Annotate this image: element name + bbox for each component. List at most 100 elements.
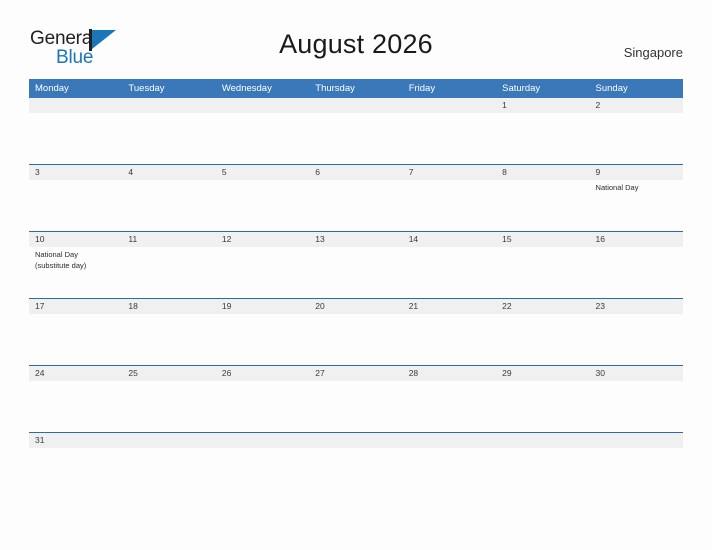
calendar-grid: Monday Tuesday Wednesday Thursday Friday…	[29, 79, 683, 474]
day-cell[interactable]	[29, 448, 122, 474]
day-number[interactable]: 10	[29, 232, 122, 247]
calendar-week-row: 10 11 12 13 14 15 16 National Day (substitute da…	[29, 231, 683, 298]
day-number[interactable]: 24	[29, 366, 122, 381]
day-cell[interactable]	[216, 314, 309, 365]
day-cell[interactable]	[122, 381, 215, 432]
day-cell[interactable]	[403, 314, 496, 365]
day-number[interactable]: 30	[590, 366, 683, 381]
week-event-band	[29, 113, 683, 164]
week-number-band: 10 11 12 13 14 15 16	[29, 232, 683, 247]
day-cell[interactable]	[496, 247, 589, 298]
day-number[interactable]: 3	[29, 165, 122, 180]
day-cell[interactable]	[122, 314, 215, 365]
day-event-text: (substitute day)	[35, 261, 87, 270]
day-number[interactable]: 16	[590, 232, 683, 247]
week-event-band	[29, 448, 683, 474]
day-cell[interactable]: National Day	[590, 180, 683, 231]
day-cell[interactable]	[496, 448, 589, 474]
day-cell[interactable]	[122, 448, 215, 474]
day-number[interactable]: 12	[216, 232, 309, 247]
day-cell[interactable]	[496, 314, 589, 365]
day-cell[interactable]	[309, 247, 402, 298]
day-number[interactable]: 5	[216, 165, 309, 180]
week-number-band: 17 18 19 20 21 22 23	[29, 299, 683, 314]
day-number[interactable]: 18	[122, 299, 215, 314]
day-cell[interactable]	[29, 314, 122, 365]
day-cell[interactable]	[309, 448, 402, 474]
day-number[interactable]: 21	[403, 299, 496, 314]
day-number[interactable]: 26	[216, 366, 309, 381]
calendar-page: General Blue August 2026 Singapore Monda…	[0, 0, 712, 550]
day-cell[interactable]	[29, 180, 122, 231]
week-number-band: 3456789	[29, 165, 683, 180]
day-cell[interactable]: National Day (substitute day)	[29, 247, 122, 298]
region-label: Singapore	[623, 45, 683, 60]
day-cell[interactable]	[496, 381, 589, 432]
day-header-thursday: Thursday	[315, 83, 355, 94]
day-number[interactable]: 8	[496, 165, 589, 180]
day-cell[interactable]	[122, 180, 215, 231]
day-number[interactable]: 25	[122, 366, 215, 381]
day-cell[interactable]	[590, 247, 683, 298]
calendar-weeks: 1 2 3 4 5 6 7 8 9 National Day 10 11 12 13 14 15 16 Natio…	[29, 98, 683, 474]
day-number[interactable]: 4	[122, 165, 215, 180]
day-number[interactable]: 19	[216, 299, 309, 314]
day-number[interactable]: 2	[590, 98, 683, 113]
day-cell[interactable]	[309, 314, 402, 365]
week-event-band	[29, 314, 683, 365]
day-number[interactable]: 20	[309, 299, 402, 314]
day-number-empty	[309, 433, 402, 448]
day-cell[interactable]	[29, 381, 122, 432]
day-cell[interactable]	[216, 448, 309, 474]
day-header-wednesday: Wednesday	[221, 83, 272, 94]
day-cell[interactable]	[216, 113, 309, 164]
day-cell[interactable]	[122, 247, 215, 298]
day-cell[interactable]	[590, 314, 683, 365]
week-number-band: 12	[29, 98, 683, 113]
day-cell[interactable]	[29, 113, 122, 164]
day-number-empty	[216, 433, 309, 448]
day-cell[interactable]	[309, 381, 402, 432]
day-number[interactable]: 6	[309, 165, 402, 180]
day-header-tuesday: Tuesday	[128, 83, 165, 94]
page-title: August 2026	[279, 29, 433, 59]
day-number[interactable]: 1	[496, 98, 589, 113]
day-cell[interactable]	[403, 448, 496, 474]
day-cell[interactable]	[309, 180, 402, 231]
day-number[interactable]: 15	[496, 232, 589, 247]
day-cell[interactable]	[590, 381, 683, 432]
day-cell[interactable]	[590, 113, 683, 164]
day-cell[interactable]	[403, 381, 496, 432]
week-event-band	[29, 381, 683, 432]
day-cell[interactable]	[496, 113, 589, 164]
day-cell[interactable]	[216, 180, 309, 231]
day-cell[interactable]	[496, 180, 589, 231]
day-number[interactable]: 27	[309, 366, 402, 381]
day-number[interactable]: 13	[309, 232, 402, 247]
day-number[interactable]: 17	[29, 299, 122, 314]
day-number[interactable]: 28	[403, 366, 496, 381]
day-cell[interactable]	[309, 113, 402, 164]
day-number[interactable]: 14	[403, 232, 496, 247]
day-cell[interactable]	[403, 247, 496, 298]
day-number-empty	[590, 433, 683, 448]
day-event-text: National Day	[35, 250, 78, 259]
day-cell[interactable]	[216, 247, 309, 298]
day-number[interactable]: 11	[122, 232, 215, 247]
day-header-monday: Monday	[35, 83, 69, 94]
day-cell[interactable]	[590, 448, 683, 474]
day-number-empty	[29, 98, 122, 113]
day-number[interactable]: 31	[29, 433, 122, 448]
week-number-band: 24 25 26 27 28 29 30	[29, 366, 683, 381]
day-number[interactable]: 7	[403, 165, 496, 180]
day-number[interactable]: 29	[496, 366, 589, 381]
day-number-empty	[216, 98, 309, 113]
day-cell[interactable]	[122, 113, 215, 164]
day-number[interactable]: 9	[590, 165, 683, 180]
day-cell[interactable]	[403, 113, 496, 164]
day-number[interactable]: 22	[496, 299, 589, 314]
day-cell[interactable]	[216, 381, 309, 432]
day-number[interactable]: 23	[590, 299, 683, 314]
page-header: General Blue August 2026 Singapore	[0, 0, 712, 78]
day-cell[interactable]	[403, 180, 496, 231]
